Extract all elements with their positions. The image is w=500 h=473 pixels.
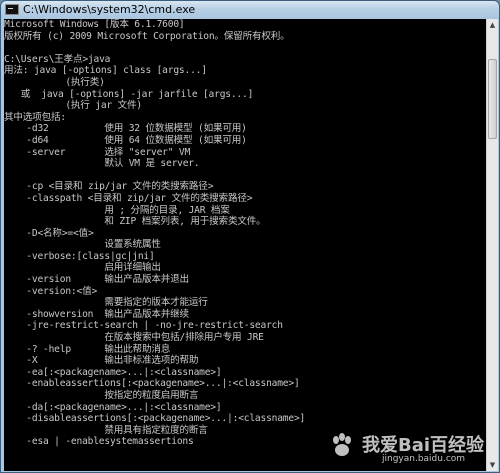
cmd-app-icon[interactable] <box>5 4 19 15</box>
cmd-window: C:\Windows\system32\cmd.exe Microsoft Wi… <box>0 0 500 473</box>
console-line: -X 输出非标准选项的帮助 <box>4 355 199 367</box>
console-line: 设置系统属性 <box>4 239 161 251</box>
console-line: 启用详细输出 <box>4 262 161 274</box>
console-line: -disableassertions[:<packagename>...|:<c… <box>4 413 306 425</box>
console-line: 其中选项包括: <box>4 111 66 123</box>
console-line: -D<名称>=<值> <box>4 227 94 239</box>
console-line: -? -help 输出此帮助消息 <box>4 343 171 355</box>
console-line: 版权所有 (c) 2009 Microsoft Corporation。保留所有… <box>4 30 290 42</box>
console-line: 需要指定的版本才能运行 <box>4 297 208 309</box>
console-line: (执行类) <box>4 76 105 88</box>
console-line: 或 java [-options] -jar jarfile [args...] <box>4 88 254 100</box>
console-output[interactable]: Microsoft Windows [版本 6.1.7600] 版权所有 (c) … <box>4 19 486 471</box>
console-line: -version 输出产品版本并退出 <box>4 274 189 286</box>
console-line: 用 ; 分隔的目录, JAR 档案 <box>4 204 230 216</box>
console-line: -da[:<packagename>...|:<classname>] <box>4 401 222 413</box>
console-line: -cp <目录和 zip/jar 文件的类搜索路径> <box>4 181 214 193</box>
console-line: -jre-restrict-search | -no-jre-restrict-… <box>4 320 283 332</box>
console-line: 和 ZIP 档案列表, 用于搜索类文件。 <box>4 216 266 228</box>
title-bar[interactable]: C:\Windows\system32\cmd.exe <box>1 1 499 19</box>
paw-logo-icon <box>333 433 351 456</box>
console-line: Microsoft Windows [版本 6.1.7600] <box>4 19 185 30</box>
baidu-jingyan-watermark: 我爱Bai百经验 jingyan.baidu.com <box>322 429 492 469</box>
console-line: -enableassertions[:<packagename>...|:<cl… <box>4 378 300 390</box>
console-line: 默认 VM 是 server. <box>4 158 200 170</box>
console-line: 按指定的粒度启用断言 <box>4 390 199 401</box>
scrollbar-thumb[interactable] <box>488 59 497 139</box>
console-line: -ea[:<packagename>...|:<classname>] <box>4 366 222 378</box>
console-line: -classpath <目录和 zip/jar 文件的类搜索路径> <box>4 192 253 204</box>
console-line: 在版本搜索中包括/排除用户专用 JRE <box>4 332 264 344</box>
window-title: C:\Windows\system32\cmd.exe <box>23 3 196 16</box>
console-line: C:\Users\王孝点>java <box>4 53 111 65</box>
console-line: -d32 使用 32 位数据模型 (如果可用) <box>4 123 247 135</box>
console-line: -server 选择 "server" VM <box>4 146 191 158</box>
console-line: (执行 jar 文件) <box>4 100 142 112</box>
console-line: -version:<值> <box>4 285 98 297</box>
scroll-up-arrow-icon[interactable]: ▲ <box>487 19 498 31</box>
console-line: -verbose:[class|gc|jni] <box>4 250 155 262</box>
vertical-scrollbar[interactable]: ▲ ▼ <box>486 19 498 471</box>
watermark-url: jingyan.baidu.com <box>382 454 466 464</box>
console-line: 用法: java [-options] class [args...] <box>4 65 207 77</box>
console-line: -d64 使用 64 位数据模型 (如果可用) <box>4 134 247 146</box>
console-line: -showversion 输出产品版本并继续 <box>4 308 189 320</box>
